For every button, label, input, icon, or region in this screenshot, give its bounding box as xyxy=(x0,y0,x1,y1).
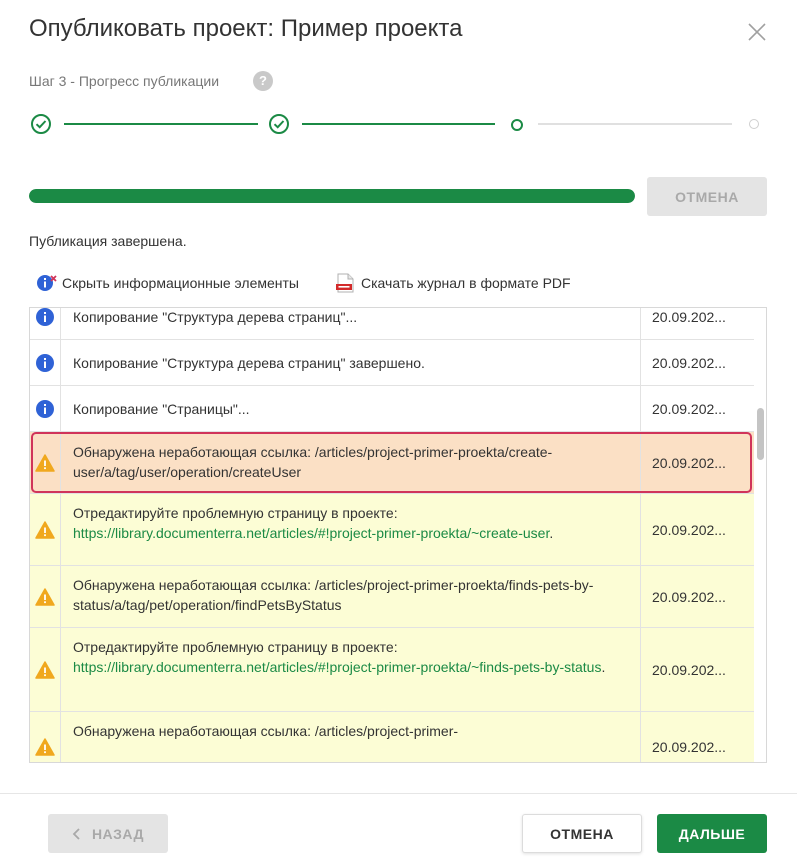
cancel-button[interactable]: ОТМЕНА xyxy=(522,814,642,853)
log-row[interactable]: Копирование "Структура дерева страниц"..… xyxy=(30,308,754,340)
log-row-icon-cell xyxy=(30,340,61,385)
link-suffix: . xyxy=(549,525,554,541)
back-button[interactable]: НАЗАД xyxy=(48,814,168,853)
info-hide-icon xyxy=(36,273,58,293)
warning-icon xyxy=(35,587,55,607)
step-connector-1 xyxy=(64,123,258,125)
warning-icon xyxy=(35,737,55,757)
step-connector-2 xyxy=(302,123,495,125)
step-4-pending xyxy=(749,119,759,129)
pdf-icon xyxy=(335,273,357,293)
log-row-message: Обнаружена неработающая ссылка: /article… xyxy=(61,566,641,627)
step-2-done-icon xyxy=(268,113,290,135)
warning-icon xyxy=(35,520,55,540)
log-message-text: Обнаружена неработающая ссылка: /article… xyxy=(73,444,553,480)
log-row-date: 20.09.202... xyxy=(652,400,726,417)
log-row[interactable]: Обнаружена неработающая ссылка: /article… xyxy=(30,712,754,762)
close-button[interactable] xyxy=(746,21,768,43)
log-row-date: 20.09.202... xyxy=(652,308,726,325)
log-row-icon-cell xyxy=(30,386,61,431)
progress-bar xyxy=(29,189,635,203)
log-row-date: 20.09.202... xyxy=(652,588,726,605)
progress-bar-fill xyxy=(29,189,635,203)
next-button-label: ДАЛЬШЕ xyxy=(678,825,746,842)
log-row[interactable]: Копирование "Структура дерева страниц" з… xyxy=(30,340,754,386)
footer-divider xyxy=(0,793,797,794)
log-row[interactable]: Обнаружена неработающая ссылка: /article… xyxy=(30,432,754,494)
download-pdf-label: Скачать журнал в формате PDF xyxy=(361,275,571,291)
log-row-message: Копирование "Структура дерева страниц"..… xyxy=(61,308,641,339)
log-row[interactable]: Обнаружена неработающая ссылка: /article… xyxy=(30,566,754,628)
log-row-message: Отредактируйте проблемную страницу в про… xyxy=(61,494,641,565)
log-message-text: Отредактируйте проблемную страницу в про… xyxy=(73,639,398,655)
warning-icon xyxy=(35,660,55,680)
log-scrollbar[interactable] xyxy=(753,308,766,762)
log-row-message: Отредактируйте проблемную страницу в про… xyxy=(61,628,641,711)
hide-info-toggle[interactable]: Скрыть информационные элементы xyxy=(36,273,299,293)
log-row-icon-cell xyxy=(30,566,61,627)
project-page-link[interactable]: https://library.documenterra.net/article… xyxy=(73,659,601,675)
log-scrollbar-thumb[interactable] xyxy=(757,408,764,460)
log-row-date: 20.09.202... xyxy=(652,454,726,471)
step-3-current xyxy=(511,119,523,131)
chevron-left-icon xyxy=(72,827,80,840)
log-message-text: Отредактируйте проблемную страницу в про… xyxy=(73,505,398,521)
next-button[interactable]: ДАЛЬШЕ xyxy=(657,814,767,853)
log-row[interactable]: Отредактируйте проблемную страницу в про… xyxy=(30,494,754,566)
cancel-button-label: ОТМЕНА xyxy=(550,825,614,842)
step-connector-3 xyxy=(538,123,732,125)
log-row-message: Обнаружена неработающая ссылка: /article… xyxy=(61,432,641,493)
info-icon xyxy=(35,399,55,419)
link-suffix: . xyxy=(601,659,606,675)
log-row-date: 20.09.202... xyxy=(652,354,726,371)
log-message-text: Обнаружена неработающая ссылка: /article… xyxy=(73,723,459,739)
log-row-icon-cell xyxy=(30,628,61,711)
log-message-text: Копирование "Страницы"... xyxy=(73,400,250,417)
log-row-icon-cell xyxy=(30,432,61,493)
log-row-message: Копирование "Структура дерева страниц" з… xyxy=(61,340,641,385)
stepper xyxy=(0,110,797,138)
dialog-title: Опубликовать проект: Пример проекта xyxy=(29,15,463,42)
log-row-icon-cell xyxy=(30,494,61,565)
close-icon xyxy=(748,23,766,41)
status-text: Публикация завершена. xyxy=(29,233,187,249)
back-button-label: НАЗАД xyxy=(91,825,145,842)
log-row-date: 20.09.202... xyxy=(652,521,726,538)
log-row-date: 20.09.202... xyxy=(652,738,726,755)
step-1-done-icon xyxy=(30,113,52,135)
download-pdf-link[interactable]: Скачать журнал в формате PDF xyxy=(335,273,571,293)
step-label: Шаг 3 - Прогресс публикации xyxy=(29,73,220,89)
log-row-message: Обнаружена неработающая ссылка: /article… xyxy=(61,712,641,762)
log-row-icon-cell xyxy=(30,308,61,339)
warning-icon xyxy=(35,453,55,473)
info-icon xyxy=(35,353,55,373)
log-row-message: Копирование "Страницы"... xyxy=(61,386,641,431)
help-icon[interactable]: ? xyxy=(253,71,273,91)
log-row-date: 20.09.202... xyxy=(652,661,726,678)
info-icon xyxy=(35,308,55,327)
cancel-publish-button[interactable]: ОТМЕНА xyxy=(647,177,767,216)
hide-info-label: Скрыть информационные элементы xyxy=(62,275,299,291)
log-rows: Копирование "Структура дерева страниц"..… xyxy=(30,308,754,762)
log-message-text: Обнаружена неработающая ссылка: /article… xyxy=(73,577,594,613)
log-row[interactable]: Отредактируйте проблемную страницу в про… xyxy=(30,628,754,712)
log-message-text: Копирование "Структура дерева страниц"..… xyxy=(73,308,358,325)
publish-log-table[interactable]: Копирование "Структура дерева страниц"..… xyxy=(29,307,767,763)
project-page-link[interactable]: https://library.documenterra.net/article… xyxy=(73,525,549,541)
log-row[interactable]: Копирование "Страницы"... 20.09.202... xyxy=(30,386,754,432)
log-row-icon-cell xyxy=(30,712,61,762)
log-message-text: Копирование "Структура дерева страниц" з… xyxy=(73,354,425,371)
